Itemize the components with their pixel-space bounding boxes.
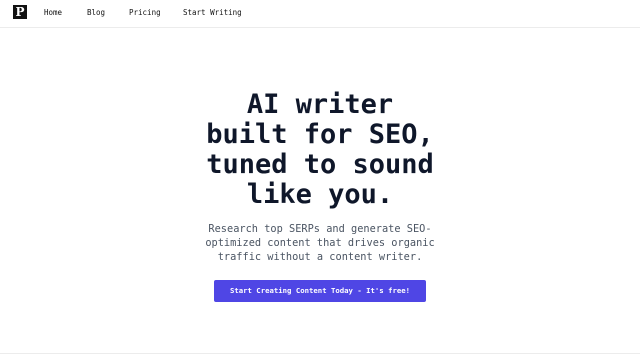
hero-description-line-2: optimized content that drives organic bbox=[205, 237, 435, 249]
hero-headline-line-2: built for SEO, bbox=[206, 119, 434, 150]
brand-logo[interactable]: P bbox=[13, 5, 27, 19]
hero-description-line-1: Research top SERPs and generate SEO- bbox=[208, 223, 432, 235]
nav-link-blog[interactable]: Blog bbox=[87, 8, 105, 18]
hero-headline-line-1: AI writer bbox=[246, 89, 394, 120]
brand-logo-letter: P bbox=[15, 5, 25, 19]
top-navigation: P Home Blog Pricing Start Writing bbox=[0, 0, 640, 28]
start-creating-content-button[interactable]: Start Creating Content Today - It's free… bbox=[214, 280, 426, 302]
nav-link-pricing[interactable]: Pricing bbox=[129, 8, 161, 18]
hero-headline-line-4: like you. bbox=[246, 179, 394, 210]
hero-description-line-3: traffic without a content writer. bbox=[217, 251, 423, 263]
hero-section: AI writer built for SEO, tuned to sound … bbox=[0, 90, 640, 264]
hero-headline: AI writer built for SEO, tuned to sound … bbox=[160, 90, 480, 210]
hero-description: Research top SERPs and generate SEO- opt… bbox=[195, 222, 445, 264]
nav-link-start-writing[interactable]: Start Writing bbox=[183, 8, 242, 18]
bottom-divider bbox=[0, 353, 640, 354]
hero-headline-line-3: tuned to sound bbox=[206, 149, 434, 180]
nav-link-home[interactable]: Home bbox=[44, 8, 62, 18]
